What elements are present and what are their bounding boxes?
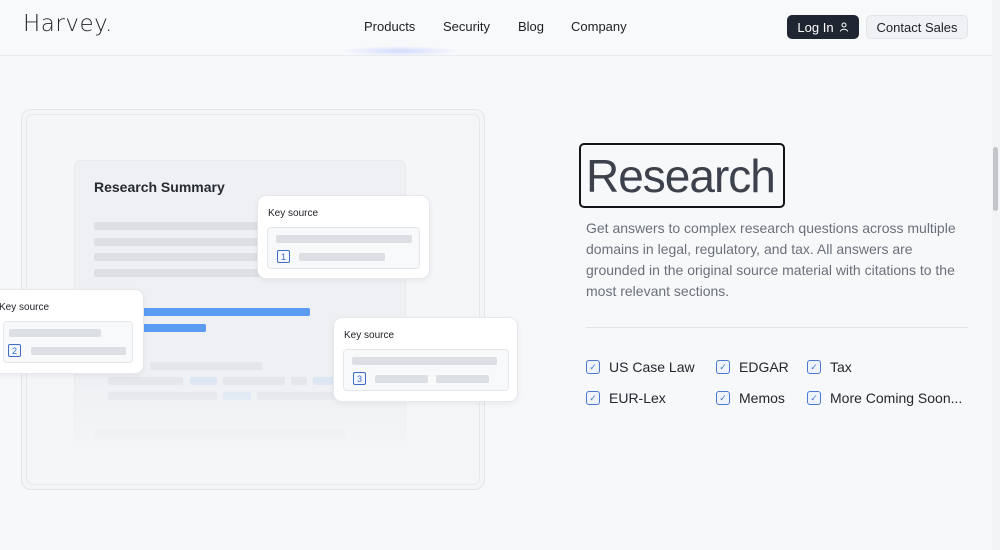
- checkbox-checked-icon: ✓: [716, 360, 730, 374]
- key-source-card-2: Key source 2: [0, 289, 144, 374]
- text-placeholder: [94, 238, 260, 246]
- citation-number: 3: [353, 372, 366, 385]
- feature-more-coming-soon: ✓ More Coming Soon...: [807, 389, 962, 407]
- text-placeholder: [94, 253, 260, 261]
- site-header: Harvey. Products Security Blog Company L…: [0, 0, 1000, 56]
- nav-products[interactable]: Products: [364, 19, 415, 34]
- key-source-card-3: Key source 3: [333, 317, 518, 402]
- scrollbar-track[interactable]: [992, 0, 1000, 550]
- text-placeholder: [436, 375, 489, 383]
- text-placeholder: [94, 269, 260, 277]
- nav-blog[interactable]: Blog: [518, 19, 544, 34]
- nav-hover-glow: [340, 46, 460, 56]
- text-placeholder: [375, 375, 428, 383]
- citation-number: 1: [277, 250, 290, 263]
- login-label: Log In: [797, 19, 834, 35]
- key-source-excerpt: 2: [3, 321, 133, 363]
- nav-security[interactable]: Security: [443, 19, 490, 34]
- page-title: Research: [586, 150, 776, 202]
- feature-label: EUR-Lex: [609, 390, 666, 406]
- feature-eur-lex: ✓ EUR-Lex: [586, 389, 666, 407]
- text-placeholder: [276, 235, 412, 243]
- feature-label: EDGAR: [739, 359, 789, 375]
- checkbox-checked-icon: ✓: [586, 360, 600, 374]
- key-source-card-1: Key source 1: [257, 195, 430, 279]
- text-placeholder: [94, 222, 260, 230]
- checkbox-checked-icon: ✓: [716, 391, 730, 405]
- section-divider: [586, 327, 968, 328]
- feature-tax: ✓ Tax: [807, 358, 852, 376]
- research-description: Get answers to complex research question…: [586, 220, 956, 299]
- key-source-title: Key source: [268, 208, 319, 219]
- feature-label: Memos: [739, 390, 785, 406]
- key-source-excerpt: 3: [343, 349, 509, 391]
- text-placeholder: [31, 347, 126, 355]
- key-source-excerpt: 1: [267, 227, 420, 269]
- feature-edgar: ✓ EDGAR: [716, 358, 789, 376]
- login-button[interactable]: Log In: [787, 15, 859, 39]
- checkbox-checked-icon: ✓: [807, 360, 821, 374]
- user-icon: [839, 20, 849, 35]
- key-source-title: Key source: [344, 330, 395, 341]
- key-source-title: Key source: [0, 302, 50, 313]
- nav-company[interactable]: Company: [571, 19, 627, 34]
- contact-sales-button[interactable]: Contact Sales: [866, 15, 968, 39]
- feature-label: US Case Law: [609, 359, 695, 375]
- feature-label: Tax: [830, 359, 852, 375]
- doc-title: Research Summary: [94, 179, 225, 195]
- highlighted-text: [140, 324, 206, 332]
- text-placeholder: [352, 357, 497, 365]
- text-placeholder: [150, 362, 262, 370]
- text-placeholder: [299, 253, 385, 261]
- scrollbar-thumb[interactable]: [993, 147, 998, 211]
- feature-us-case-law: ✓ US Case Law: [586, 358, 695, 376]
- text-placeholder: [9, 329, 101, 337]
- checkbox-checked-icon: ✓: [586, 391, 600, 405]
- highlighted-text: [140, 308, 310, 316]
- checkbox-checked-icon: ✓: [807, 391, 821, 405]
- feature-label: More Coming Soon...: [830, 390, 963, 406]
- citation-number: 2: [8, 344, 21, 357]
- feature-memos: ✓ Memos: [716, 389, 785, 407]
